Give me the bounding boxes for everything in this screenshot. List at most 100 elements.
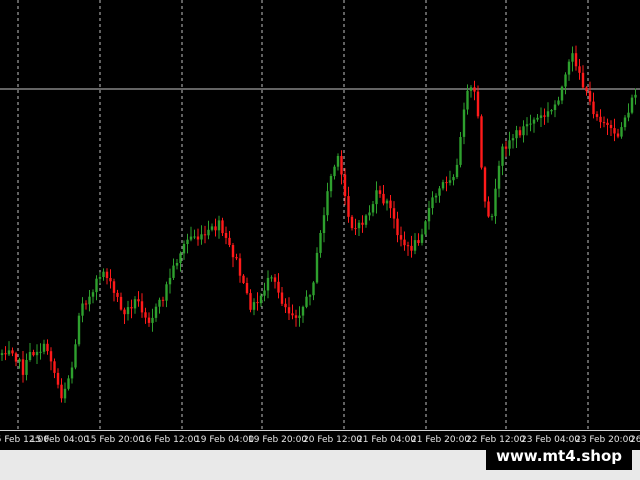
candle-body-bear <box>4 353 7 355</box>
candle-body-bear <box>56 372 60 385</box>
candle-body-bear <box>221 220 224 234</box>
candle-body-bear <box>144 312 147 318</box>
candle-body-bear <box>109 278 112 282</box>
candle-body-bear <box>588 91 592 102</box>
candle <box>88 290 91 312</box>
candle <box>501 143 504 176</box>
candle-body-bull <box>434 195 438 198</box>
candle-body-bear <box>11 350 14 354</box>
time-tick-label: 20 Feb 12:00 <box>303 435 363 445</box>
candle-body-bear <box>224 233 228 238</box>
candle <box>382 185 385 206</box>
candle-body-bear <box>343 174 347 197</box>
candle-body-bull <box>172 265 175 278</box>
candle <box>319 230 322 258</box>
candle <box>203 225 207 244</box>
candle <box>434 193 438 203</box>
candle <box>224 226 228 245</box>
candle <box>273 274 277 289</box>
candle <box>147 312 151 327</box>
candle-body-bear <box>231 245 235 258</box>
candle-body-bear <box>49 351 53 362</box>
candle <box>539 107 543 127</box>
candle <box>452 174 455 186</box>
candle <box>410 235 413 258</box>
candle-body-bull <box>326 191 329 216</box>
candle <box>504 141 508 157</box>
candle-body-bear <box>340 156 343 175</box>
candle-body-bear <box>203 234 207 236</box>
candle <box>242 274 245 284</box>
candle <box>448 170 452 186</box>
candle <box>207 220 210 240</box>
candle-body-bull <box>329 176 333 192</box>
candle-body-bull <box>448 180 452 183</box>
candle-body-bull <box>634 94 637 98</box>
watermark-label: www.mt4.shop <box>486 442 632 470</box>
candle <box>179 251 182 272</box>
candle-body-bull <box>270 277 273 279</box>
candle-body-bull <box>494 188 497 217</box>
candle <box>95 275 98 301</box>
candle-body-bear <box>249 293 252 310</box>
candle <box>329 173 333 198</box>
candle-body-bear <box>130 307 133 309</box>
candle <box>301 305 305 323</box>
candle-body-bear <box>112 281 116 293</box>
candle-body-bull <box>168 277 172 285</box>
candle-body-bull <box>441 182 445 189</box>
candle-body-bear <box>543 115 546 117</box>
candle <box>399 226 403 247</box>
candle <box>455 158 459 179</box>
candle <box>112 278 116 302</box>
candle <box>63 382 67 403</box>
candle <box>368 205 371 221</box>
candle <box>606 118 609 135</box>
candle <box>522 120 525 143</box>
candle-body-bear <box>574 53 578 67</box>
candle-body-bull <box>308 295 312 297</box>
candle-body-bull <box>532 119 536 124</box>
candle <box>441 179 445 191</box>
candle-body-bear <box>347 196 350 217</box>
candle <box>214 218 217 237</box>
candle-body-bear <box>595 114 599 117</box>
candle <box>378 185 382 198</box>
candle-body-bull <box>515 130 518 139</box>
candle-body-bear <box>483 167 487 202</box>
candle-body-bull <box>459 137 462 165</box>
candle <box>585 86 588 96</box>
candle <box>312 281 315 301</box>
candle <box>515 125 518 148</box>
candle <box>35 344 39 364</box>
candle <box>46 339 49 355</box>
candle <box>4 346 7 361</box>
candle <box>613 118 616 142</box>
candle-body-bull <box>35 351 39 356</box>
candle <box>151 308 154 332</box>
candle <box>172 258 175 280</box>
candle <box>536 114 539 122</box>
candle-body-bear <box>473 87 476 92</box>
candle <box>18 357 21 369</box>
candle-body-bear <box>14 353 18 362</box>
candle <box>424 220 427 236</box>
candle <box>602 116 606 128</box>
candle-body-bull <box>431 197 434 209</box>
candle <box>126 300 130 321</box>
candle <box>182 240 186 260</box>
candle-body-bull <box>158 299 161 307</box>
candle-body-bull <box>301 306 305 316</box>
candle <box>70 361 74 384</box>
candle-body-bear <box>291 313 294 316</box>
time-tick-label: 21 Feb 20:00 <box>411 435 471 445</box>
candle-body-bear <box>445 182 448 184</box>
candle <box>266 270 270 299</box>
candle-body-bear <box>396 218 399 236</box>
candle <box>413 233 417 255</box>
candle-body-bull <box>67 378 70 389</box>
candle <box>196 228 200 246</box>
candle <box>270 275 273 282</box>
candle-body-bear <box>228 237 231 245</box>
candle <box>291 304 294 320</box>
